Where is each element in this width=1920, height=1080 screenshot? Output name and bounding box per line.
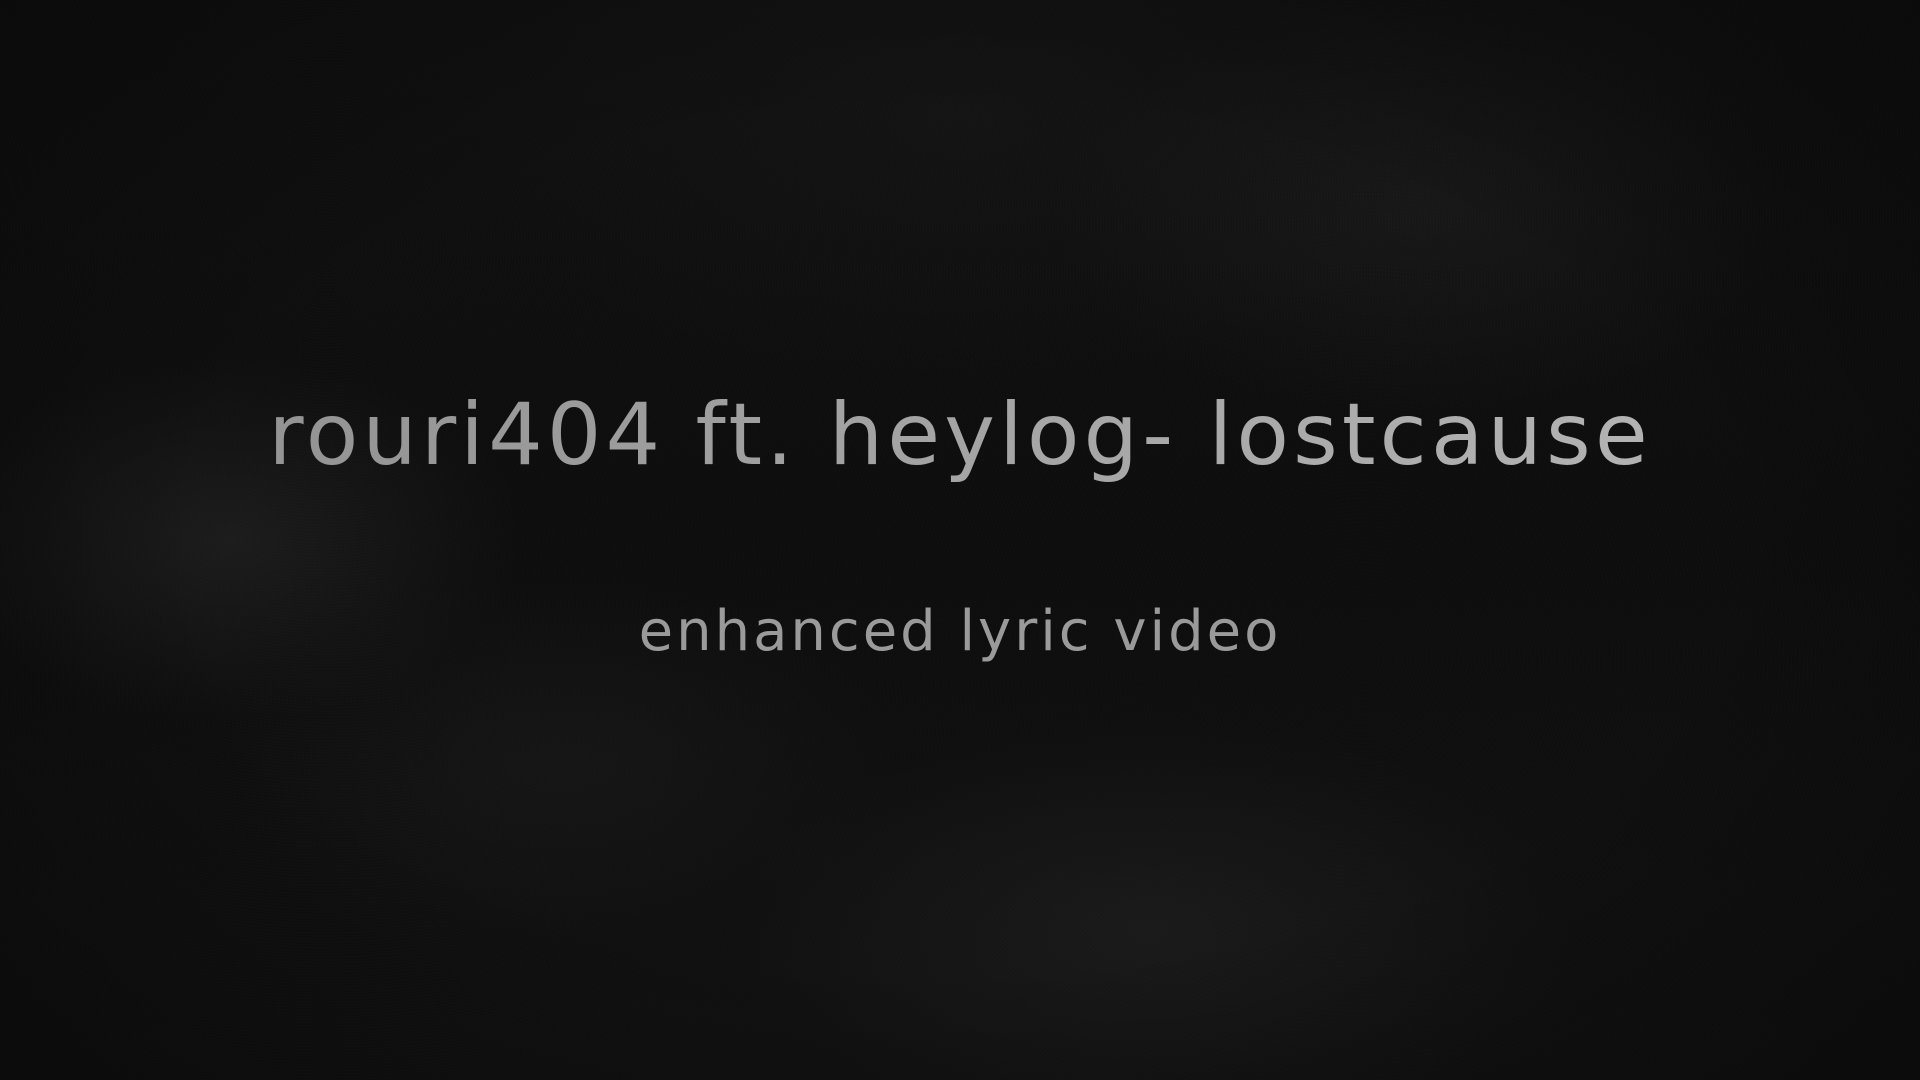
vignette-overlay (0, 0, 1920, 1080)
video-subtitle: enhanced lyric video (638, 599, 1282, 664)
film-grain-overlay (0, 0, 1920, 1080)
video-title: rouri404 ft. heylog- lostcause (0, 380, 1920, 490)
video-frame: rouri404 ft. heylog- lostcause enhanced … (0, 0, 1920, 1080)
